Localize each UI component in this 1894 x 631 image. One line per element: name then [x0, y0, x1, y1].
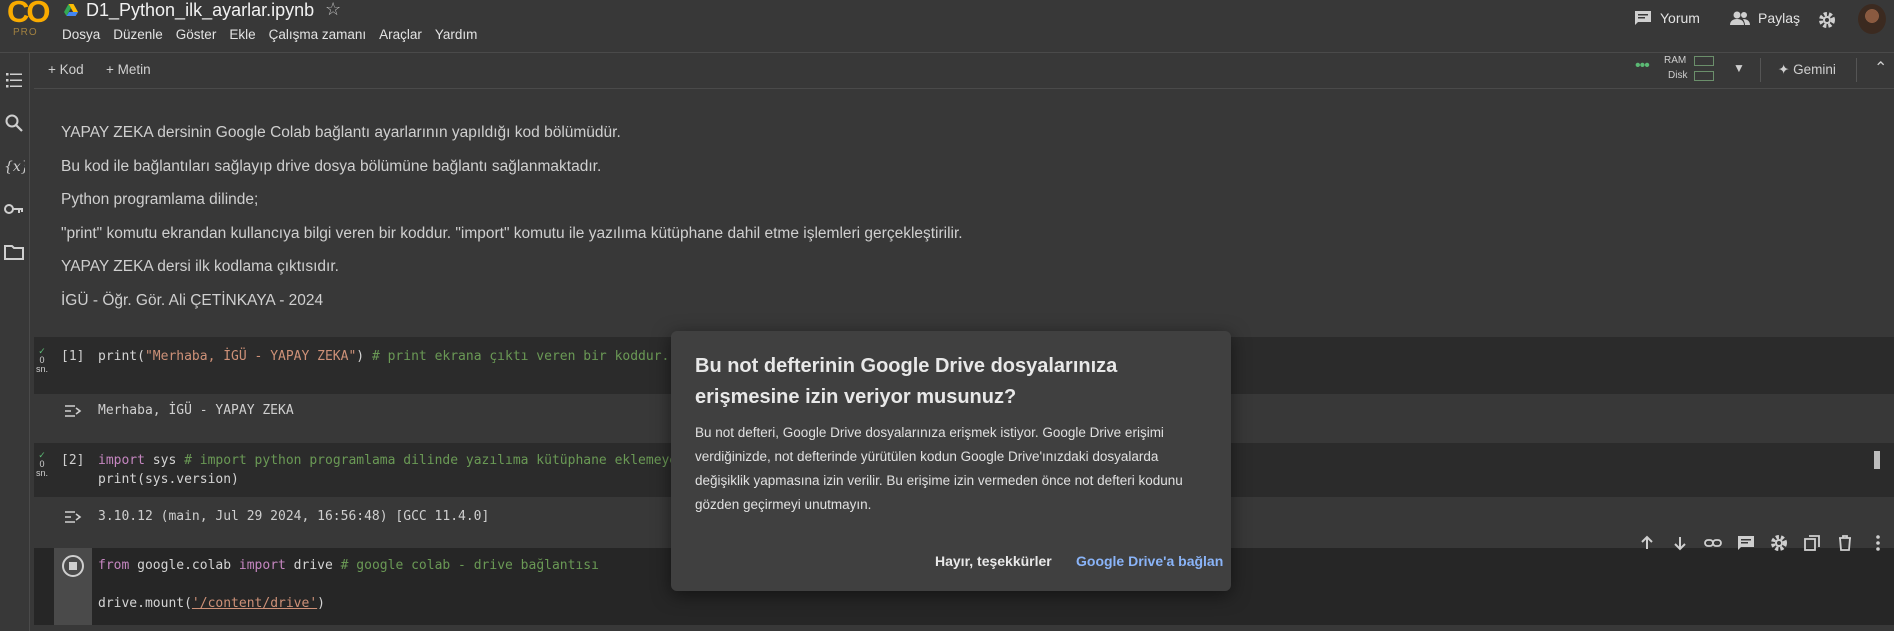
code-keyword: import	[238, 558, 286, 573]
share-button[interactable]: Paylaş	[1730, 10, 1800, 26]
exec-status: ✓ 0 sn.	[36, 347, 48, 374]
comment-icon	[1635, 11, 1651, 25]
code-token: drive.mount(	[98, 596, 192, 611]
code-line[interactable]: from google.colab import drive # google …	[98, 558, 599, 573]
divider	[1760, 58, 1761, 82]
notebook-title[interactable]: D1_Python_ilk_ayarlar.ipynb	[86, 0, 314, 21]
text-line: YAPAY ZEKA dersinin Google Colab bağlant…	[61, 124, 621, 141]
code-line[interactable]: print(sys.version)	[98, 472, 239, 487]
cell-toolbar	[1630, 526, 1894, 560]
add-text-label: Metin	[117, 62, 151, 77]
text-line: İGÜ - Öğr. Gör. Ali ÇETİNKAYA - 2024	[61, 292, 324, 309]
output-icon[interactable]	[64, 510, 84, 524]
star-icon[interactable]: ☆	[325, 0, 341, 20]
divider	[1856, 58, 1857, 82]
more-vert-icon[interactable]	[1869, 534, 1887, 552]
chevron-down-icon[interactable]: ▼	[1733, 61, 1745, 75]
mirror-cell-icon[interactable]	[1803, 534, 1821, 552]
svg-text:{x}: {x}	[4, 159, 25, 175]
code-comment: # google colab - drive bağlantısı	[340, 558, 599, 573]
disk-meter[interactable]	[1694, 71, 1714, 81]
code-token: sys	[144, 453, 185, 468]
menu-edit[interactable]: Düzenle	[113, 27, 163, 42]
cell-output: Merhaba, İGÜ - YAPAY ZEKA	[98, 403, 294, 418]
comment-icon[interactable]	[1737, 534, 1755, 552]
connect-drive-button[interactable]: Google Drive'a bağlan	[1076, 553, 1223, 569]
add-code-button[interactable]: + Kod	[48, 62, 84, 77]
scrollbar-thumb[interactable]	[1874, 451, 1880, 469]
arrow-up-icon[interactable]	[1638, 534, 1656, 552]
text-line: Bu kod ile bağlantıları sağlayıp drive d…	[61, 158, 602, 175]
code-token: google.colab	[129, 558, 239, 573]
gemini-button[interactable]: ✦ Gemini	[1778, 62, 1836, 78]
gear-icon[interactable]	[1770, 534, 1788, 552]
text-line: "print" komutu ekrandan kullancıya bilgi…	[61, 225, 963, 242]
code-token: print(	[98, 349, 145, 364]
menu-bar: Dosya Düzenle Göster Ekle Çalışma zamanı…	[62, 27, 490, 42]
arrow-down-icon[interactable]	[1671, 534, 1689, 552]
stop-icon[interactable]	[61, 554, 85, 578]
cell-output: 3.10.12 (main, Jul 29 2024, 16:56:48) [G…	[98, 509, 490, 524]
menu-insert[interactable]: Ekle	[229, 27, 255, 42]
runtime-status-icon[interactable]: •••	[1635, 57, 1650, 75]
dialog-title: Bu not defterinin Google Drive dosyaları…	[695, 355, 1118, 408]
comment-label: Yorum	[1660, 10, 1700, 26]
link-icon[interactable]	[1703, 534, 1722, 552]
code-token: )	[317, 596, 325, 611]
output-icon[interactable]	[64, 404, 84, 418]
key-icon[interactable]	[3, 198, 25, 220]
table-of-contents-icon[interactable]	[3, 69, 25, 91]
code-token: drive	[285, 558, 341, 573]
text-line: YAPAY ZEKA dersi ilk kodlama çıktısıdır.	[61, 258, 339, 275]
code-comment: # print ekrana çıktı veren bir koddur.	[364, 349, 670, 364]
people-icon	[1730, 11, 1750, 25]
menu-view[interactable]: Göster	[176, 27, 217, 42]
menu-tools[interactable]: Araçlar	[379, 27, 422, 42]
code-line[interactable]: print("Merhaba, İGÜ - YAPAY ZEKA") # pri…	[98, 349, 669, 364]
code-string: "Merhaba, İGÜ - YAPAY ZEKA"	[144, 349, 357, 364]
ram-meter[interactable]	[1694, 56, 1714, 66]
cell-prompt: [2]	[61, 453, 85, 468]
folder-icon[interactable]	[3, 241, 25, 263]
dialog-body: Bu not defteri, Google Drive dosyalarını…	[695, 425, 1183, 512]
code-keyword: import	[98, 453, 145, 468]
code-line[interactable]: drive.mount('/content/drive')	[98, 596, 325, 611]
chevron-up-icon[interactable]: ⌃	[1874, 58, 1887, 78]
menu-file[interactable]: Dosya	[62, 27, 100, 42]
code-keyword: from	[98, 558, 130, 573]
exec-unit: sn.	[36, 468, 49, 478]
drive-access-dialog: Bu not defterinin Google Drive dosyaları…	[671, 331, 1231, 591]
add-text-button[interactable]: + Metin	[106, 62, 151, 77]
disk-label: Disk	[1668, 70, 1688, 81]
code-string: '/content/drive'	[191, 596, 318, 611]
comment-button[interactable]: Yorum	[1634, 10, 1700, 26]
app-header: CO PRO D1_Python_ilk_ayarlar.ipynb ☆ Dos…	[0, 0, 1894, 53]
exec-status: ✓ 0 sn.	[36, 451, 48, 478]
gemini-label: Gemini	[1793, 62, 1836, 77]
exec-unit: sn.	[36, 364, 49, 374]
share-label: Paylaş	[1758, 10, 1801, 26]
search-icon[interactable]	[3, 112, 25, 134]
cell-prompt: [1]	[61, 349, 85, 364]
menu-runtime[interactable]: Çalışma zamanı	[269, 27, 367, 42]
code-line[interactable]: import sys # import python programlama d…	[98, 453, 677, 468]
add-code-label: Kod	[59, 62, 84, 77]
left-sidebar: {x}	[0, 53, 30, 631]
drive-icon[interactable]	[64, 4, 78, 22]
code-token: )	[356, 349, 365, 364]
avatar[interactable]	[1858, 4, 1886, 34]
menu-help[interactable]: Yardım	[435, 27, 478, 42]
settings-button[interactable]	[1818, 11, 1836, 29]
pro-badge: PRO	[13, 27, 38, 38]
code-comment: # import python programlama dilinde yazı…	[184, 453, 678, 468]
logo-text: CO	[7, 0, 50, 29]
delete-icon[interactable]	[1836, 534, 1854, 552]
text-line: Python programlama dilinde;	[61, 191, 259, 208]
variables-icon[interactable]: {x}	[3, 155, 25, 177]
ram-label: RAM	[1664, 55, 1687, 66]
cancel-button[interactable]: Hayır, teşekkürler	[935, 553, 1052, 569]
notebook-toolbar: + Kod + Metin ••• RAM Disk ▼ ✦ Gemini ⌃	[34, 53, 1894, 89]
gear-icon	[1819, 12, 1835, 28]
